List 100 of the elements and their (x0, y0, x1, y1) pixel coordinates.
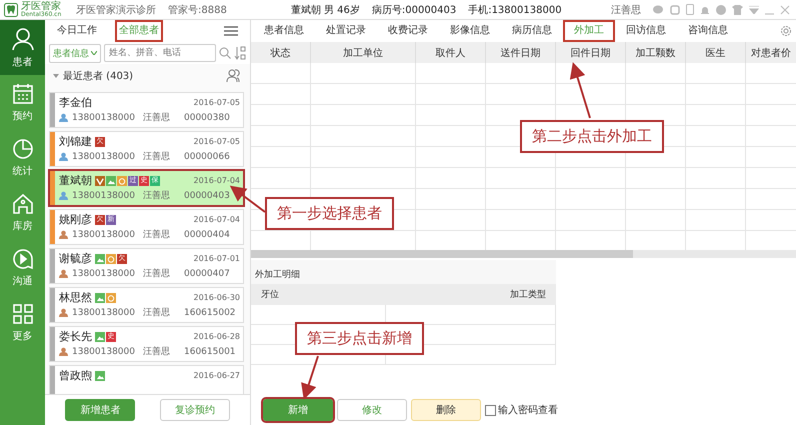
scrollbar[interactable] (251, 250, 796, 258)
column-header: 加工类型 (386, 284, 556, 305)
help-icon[interactable] (716, 4, 726, 14)
patient-phone: 13800138000 (72, 152, 135, 162)
sidebar-item[interactable]: 患者 (0, 20, 45, 75)
play-chat-icon (12, 248, 34, 270)
patient-name: 董斌朝 (59, 173, 92, 188)
patient-id: 160615001 (184, 346, 236, 356)
account-number: 管家号:8888 (168, 4, 227, 16)
group-title: 最近患者 (403) (63, 70, 134, 83)
annotation-callout: 第二步点击外加工 (520, 120, 664, 153)
action-button[interactable]: 复诊预约 (160, 399, 230, 421)
tab[interactable]: 收费记录 (377, 20, 439, 42)
tablet-icon[interactable] (686, 4, 694, 15)
bell-icon[interactable] (700, 4, 710, 14)
tab[interactable]: 回访信息 (615, 20, 677, 42)
patient-phone: 13800138000 (72, 308, 135, 318)
doctor-name: 汪善思 (143, 189, 170, 202)
patient-id: 00000404 (184, 230, 230, 240)
doctor-name: 汪善思 (143, 306, 170, 319)
patient-phone: 13800138000 (72, 346, 135, 356)
patient-id: 00000403 (184, 190, 230, 200)
tooth-logo-icon (4, 2, 18, 16)
sort-icon[interactable] (234, 46, 246, 60)
section-title: 外加工明细 (254, 268, 301, 282)
patient-summary: 董斌朝 男 46岁 (290, 4, 360, 16)
patient-id: 00000066 (184, 152, 230, 162)
grid-icon (12, 302, 34, 324)
doctor-name: 汪善思 (143, 267, 170, 280)
patient-id: 160615002 (184, 308, 236, 318)
patient-name: 姚刚彦 (59, 212, 92, 227)
action-button[interactable]: 删除 (411, 399, 481, 421)
patient-name: 林思然 (59, 290, 92, 305)
dropdown-icon[interactable] (749, 6, 759, 14)
patient-id: 00000380 (184, 112, 230, 122)
calendar-icon (12, 82, 34, 104)
caret-icon (91, 51, 97, 55)
visit-date: 2016-07-05 (194, 98, 240, 107)
people-icon[interactable] (226, 69, 242, 83)
column-header: 对患者价 (746, 42, 796, 63)
shirt-icon[interactable] (732, 4, 743, 14)
close-icon[interactable] (780, 4, 790, 14)
patient-name: 刘锦建 (59, 134, 92, 149)
tab[interactable]: 影像信息 (439, 20, 501, 42)
doctor-name: 汪善思 (143, 345, 170, 358)
patient-phone: 13800138000 (72, 112, 135, 122)
patient-card[interactable]: 林思然 2016-06-30 13800138000 汪善思 160615002 (49, 287, 244, 323)
doctor-name: 汪善思 (143, 150, 170, 163)
visit-date: 2016-07-04 (194, 176, 240, 185)
tab[interactable]: 患者信息 (253, 20, 315, 42)
filter-dropdown[interactable]: 患者信息 (49, 44, 101, 62)
logo-title: 牙医管家 (21, 2, 62, 12)
patient-name: 娄长先 (59, 329, 92, 344)
visit-date: 2016-06-27 (194, 371, 240, 380)
column-header: 牙位 (251, 284, 386, 305)
visit-date: 2016-07-05 (194, 137, 240, 146)
chat-icon[interactable] (653, 4, 664, 14)
column-header: 状态 (251, 42, 311, 63)
column-header: 加工单位 (311, 42, 416, 63)
doctor-name: 汪善思 (143, 228, 170, 241)
tab[interactable]: 今日工作 (53, 20, 101, 42)
patient-name: 曾政煦 (59, 368, 92, 383)
house-icon (12, 192, 34, 214)
search-icon[interactable] (219, 47, 231, 59)
visit-date: 2016-07-01 (194, 254, 240, 263)
column-header: 取件人 (416, 42, 486, 63)
search-field[interactable]: 姓名、拼音、电话 (104, 44, 216, 62)
patient-phone: 13800138000 (72, 190, 135, 200)
patient-card[interactable]: 李金伯 2016-07-05 13800138000 汪善思 00000380 (49, 92, 244, 128)
tab[interactable]: 全部患者 (115, 20, 163, 42)
person-icon (12, 26, 34, 50)
tab[interactable]: 咨询信息 (677, 20, 739, 42)
phone-icon[interactable] (670, 4, 680, 14)
visit-date: 2016-07-04 (194, 215, 240, 224)
annotation-callout: 第一步选择患者 (265, 197, 394, 230)
annotation-callout: 第三步点击新增 (295, 322, 424, 355)
menu-icon[interactable] (224, 26, 238, 36)
action-button[interactable]: 修改 (337, 399, 407, 421)
column-header: 送件日期 (486, 42, 556, 63)
user-name: 汪善思 (611, 4, 641, 16)
patient-id: 00000407 (184, 268, 230, 278)
doctor-name: 汪善思 (143, 111, 170, 124)
collapse-icon[interactable] (53, 74, 59, 78)
patient-name: 谢毓彦 (59, 251, 92, 266)
tab[interactable]: 病历信息 (501, 20, 563, 42)
patient-phone: 手机:13800138000 (468, 4, 562, 16)
column-header: 加工颗数 (626, 42, 686, 63)
password-checkbox[interactable]: 输入密码查看 (485, 403, 558, 417)
record-number: 病历号:00000403 (372, 4, 456, 16)
patient-phone: 13800138000 (72, 230, 135, 240)
tab[interactable]: 处置记录 (315, 20, 377, 42)
column-header: 医生 (686, 42, 746, 63)
settings-icon[interactable] (780, 25, 792, 37)
column-header: 回件日期 (556, 42, 626, 63)
patient-phone: 13800138000 (72, 268, 135, 278)
pie-chart-icon (12, 138, 34, 160)
clinic-name: 牙医管家演示诊所 (76, 4, 156, 16)
visit-date: 2016-06-28 (194, 332, 240, 341)
patient-name: 李金伯 (59, 95, 92, 110)
patient-card[interactable]: 曾政煦 2016-06-27 (49, 365, 244, 394)
